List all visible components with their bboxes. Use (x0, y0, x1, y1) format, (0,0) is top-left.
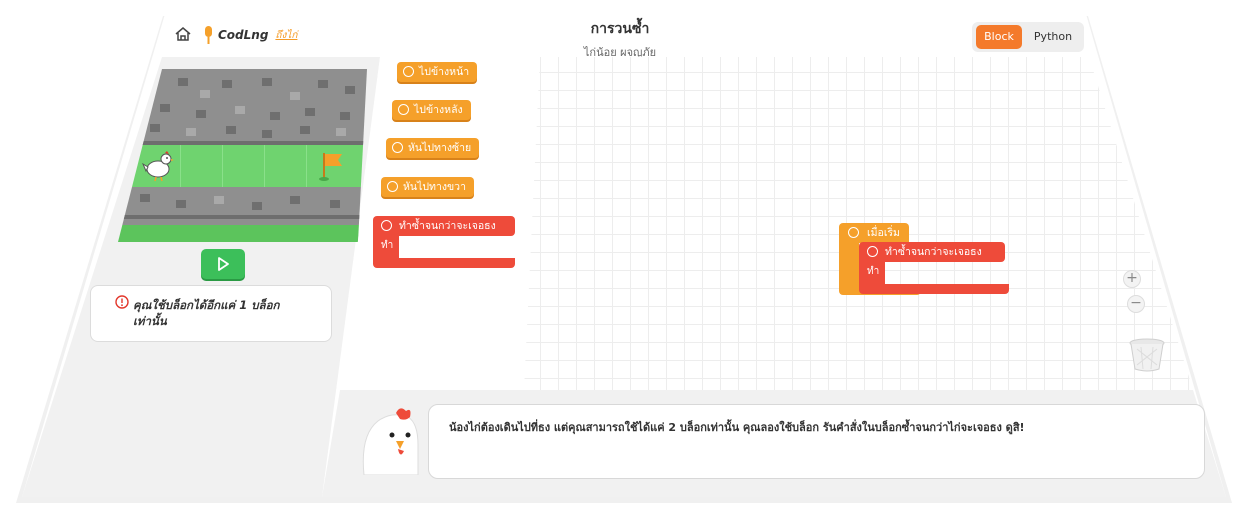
loop-label: ทำซ้ำจนกว่าจะเจอธง (885, 246, 982, 258)
logo-subtext: ถึงไก่ (275, 29, 298, 41)
grass-divider (180, 145, 181, 187)
loop-do-label: ทำ (381, 240, 394, 251)
play-circle-icon (848, 227, 859, 238)
road-tile (340, 112, 350, 120)
road-tile (345, 86, 355, 94)
instruction-bubble: น้องไก่ต้องเดินไปที่ธง แต่คุณสามารถใช้ได… (428, 404, 1205, 479)
move-forward-block[interactable]: ไปข้างหน้า (397, 62, 478, 82)
chicken-character-icon (142, 151, 174, 182)
rotate-left-icon (392, 142, 403, 153)
arrow-down-icon (398, 104, 409, 115)
loop-header: ทำซ้ำจนกว่าจะเจอธง (373, 216, 515, 236)
road-tile (252, 202, 262, 210)
start-side (839, 243, 859, 287)
start-header: เมื่อเริ่ม (839, 223, 909, 243)
block-label: หันไปทางขวา (403, 181, 466, 193)
turn-left-block[interactable]: หันไปทางซ้าย (386, 138, 480, 158)
grass-strip (118, 225, 367, 242)
mode-toggle: Block Python (972, 22, 1084, 52)
road-tile (176, 200, 186, 208)
rotate-right-icon (387, 181, 398, 192)
arrow-up-icon (403, 66, 414, 77)
instruction-text: น้องไก่ต้องเดินไปที่ธง แต่คุณสามารถใช้ได… (449, 421, 1025, 434)
road-tile (305, 108, 315, 116)
loop-header: ทำซ้ำจนกว่าจะเจอธง (859, 242, 1005, 262)
start-label: เมื่อเริ่ม (867, 227, 900, 239)
block-label: ไปข้างหลัง (414, 104, 463, 116)
warning-icon (115, 295, 129, 309)
road-tile (186, 128, 196, 136)
road-tile (214, 196, 224, 204)
block-label: หันไปทางซ้าย (408, 142, 472, 154)
turn-right-block[interactable]: หันไปทางขวา (381, 177, 474, 197)
loop-label: ทำซ้ำจนกว่าจะเจอธง (399, 220, 496, 232)
road-tile (318, 80, 328, 88)
road-tile (178, 78, 188, 86)
move-backward-block[interactable]: ไปข้างหลัง (392, 100, 471, 120)
loop-footer (373, 258, 515, 268)
grass-divider (264, 145, 265, 187)
logo-text: CodLng (218, 28, 269, 42)
road-tile (262, 130, 272, 138)
road-tile (140, 194, 150, 202)
loop-footer (859, 284, 1009, 294)
road-tile (270, 112, 280, 120)
microphone-logo-icon (205, 26, 212, 44)
block-label: ไปข้างหน้า (419, 66, 470, 78)
road-tile (262, 78, 272, 86)
curb (118, 141, 367, 145)
block-limit-hint: คุณใช้บล็อกได้อีกแค่ 1 บล็อกเท่านั้น (90, 285, 332, 342)
road-tile (290, 92, 300, 100)
logo[interactable]: CodLng ถึงไก่ (203, 25, 297, 45)
repeat-icon (381, 220, 392, 231)
grass-divider (306, 145, 307, 187)
grass-divider (222, 145, 223, 187)
block-mode-button[interactable]: Block (976, 25, 1022, 49)
lesson-heading: การวนซ้ำ ไก่น้อย ผจญภัย (520, 18, 720, 61)
road-tile (222, 80, 232, 88)
workspace-repeat-until-flag-block[interactable]: ทำซ้ำจนกว่าจะเจอธง ทำ (859, 242, 1009, 294)
hint-text: คุณใช้บล็อกได้อีกแค่ 1 บล็อกเท่านั้น (133, 298, 280, 328)
road-tile (336, 128, 346, 136)
road-tile (330, 200, 340, 208)
page-title: การวนซ้ำ (590, 21, 650, 37)
road-tile (160, 104, 170, 112)
repeat-until-flag-block[interactable]: ทำซ้ำจนกว่าจะเจอธง ทำ (373, 216, 515, 268)
loop-do-label: ทำ (867, 266, 880, 277)
trash-icon[interactable] (1127, 337, 1167, 373)
road-tile (196, 110, 206, 118)
chicken-mascot-icon (362, 408, 419, 475)
road-tile (226, 126, 236, 134)
play-icon (218, 257, 229, 271)
python-mode-button[interactable]: Python (1026, 25, 1080, 49)
road-tile (200, 90, 210, 98)
road-tile (300, 126, 310, 134)
zoom-out-button[interactable]: − (1127, 295, 1145, 313)
app-stage: CodLng ถึงไก่ การวนซ้ำ ไก่น้อย ผจญภัย Bl… (0, 0, 1247, 527)
run-button[interactable] (201, 249, 245, 279)
road-tile (235, 106, 245, 114)
goal-flag-icon (319, 153, 342, 181)
curb (118, 215, 367, 219)
zoom-in-button[interactable]: + (1123, 270, 1141, 288)
road-tile (290, 196, 300, 204)
repeat-icon (867, 246, 878, 257)
home-icon[interactable] (174, 26, 192, 42)
road-tile (150, 124, 160, 132)
